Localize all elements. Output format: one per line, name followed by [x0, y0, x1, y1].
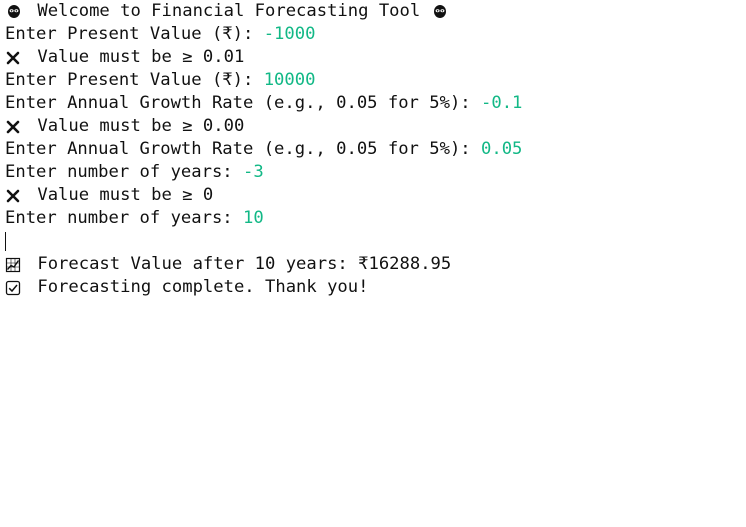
welcome-text: Welcome to Financial Forecasting Tool	[27, 1, 431, 21]
user-input: 10	[243, 208, 264, 228]
user-input: -0.1	[481, 93, 523, 113]
user-input: -3	[243, 162, 264, 182]
present-value-prompt: Enter Present Value (₹): 10000	[5, 69, 746, 92]
forecast-text: Forecast Value after 10 years: ₹16288.95	[27, 254, 452, 274]
cross-mark-icon	[5, 46, 27, 69]
user-input: 0.05	[481, 139, 523, 159]
blank-line	[5, 230, 746, 253]
alien-icon	[5, 0, 27, 23]
prompt-text: Enter Annual Growth Rate (e.g., 0.05 for…	[5, 139, 481, 159]
growth-rate-prompt: Enter Annual Growth Rate (e.g., 0.05 for…	[5, 92, 746, 115]
years-prompt: Enter number of years: 10	[5, 207, 746, 230]
cross-mark-icon	[5, 115, 27, 138]
error-text: Value must be ≥ 0.00	[27, 116, 245, 136]
alien-icon	[431, 0, 453, 23]
check-box-icon	[5, 276, 27, 299]
forecast-result-line: Forecast Value after 10 years: ₹16288.95	[5, 253, 746, 276]
years-prompt: Enter number of years: -3	[5, 161, 746, 184]
complete-line: Forecasting complete. Thank you!	[5, 276, 746, 299]
complete-text: Forecasting complete. Thank you!	[27, 277, 369, 297]
welcome-line: Welcome to Financial Forecasting Tool	[5, 0, 746, 23]
growth-rate-prompt: Enter Annual Growth Rate (e.g., 0.05 for…	[5, 138, 746, 161]
cross-mark-icon	[5, 184, 27, 207]
prompt-text: Enter Annual Growth Rate (e.g., 0.05 for…	[5, 93, 481, 113]
error-text: Value must be ≥ 0.01	[27, 47, 245, 67]
error-line: Value must be ≥ 0	[5, 184, 746, 207]
user-input: 10000	[263, 70, 316, 90]
present-value-prompt: Enter Present Value (₹): -1000	[5, 23, 746, 46]
text-cursor	[5, 232, 6, 251]
console-output[interactable]: Welcome to Financial Forecasting Tool En…	[0, 0, 746, 527]
user-input: -1000	[263, 24, 316, 44]
error-line: Value must be ≥ 0.00	[5, 115, 746, 138]
chart-increasing-icon	[5, 253, 27, 276]
error-line: Value must be ≥ 0.01	[5, 46, 746, 69]
error-text: Value must be ≥ 0	[27, 185, 214, 205]
